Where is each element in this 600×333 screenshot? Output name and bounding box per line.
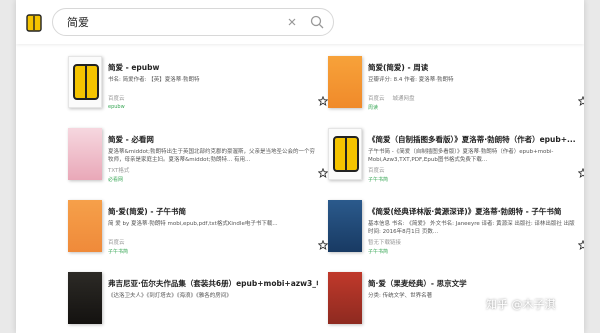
result-card[interactable]: 《简爱(经典译林版·黄源深译)》夏洛蒂·勃朗特 - 子午书简 基本信息 书名: … bbox=[328, 200, 584, 270]
result-card[interactable]: 《简爱（自制插图多看版）》夏洛蒂·勃朗特（作者）epub+... 子午书简 -《… bbox=[328, 128, 584, 198]
book-cover bbox=[328, 128, 362, 180]
result-card[interactable]: 弗吉尼亚·伍尔夫作品集（套装共6册）epub+mobi+azw3_电... 《达… bbox=[68, 272, 328, 333]
app-window: 简爱 - epubw 书名: 简爱作者: 【英】夏洛蒂·勃朗特 百度云 epub… bbox=[16, 0, 584, 333]
result-source: 周读 bbox=[368, 105, 379, 111]
meta-tag: 百度云 bbox=[368, 96, 385, 102]
search-input[interactable] bbox=[67, 14, 267, 30]
result-card[interactable]: 简爱 - epubw 书名: 简爱作者: 【英】夏洛蒂·勃朗特 百度云 epub… bbox=[68, 56, 328, 126]
result-source: 子午书简 bbox=[368, 249, 389, 255]
top-bar bbox=[16, 0, 584, 44]
result-source: 必看网 bbox=[108, 177, 124, 183]
book-cover bbox=[68, 56, 102, 108]
meta-tag: 百度云 bbox=[108, 96, 125, 102]
watermark: 知乎 @木子淇 bbox=[486, 298, 556, 311]
star-icon[interactable] bbox=[578, 240, 584, 250]
result-title[interactable]: 《简爱(经典译林版·黄源深译)》夏洛蒂·勃朗特 - 子午书简 bbox=[368, 206, 578, 217]
meta-tag: 百度云 bbox=[368, 168, 385, 174]
result-description: 书名: 简爱作者: 【英】夏洛蒂·勃朗特 bbox=[108, 77, 200, 83]
book-cover bbox=[328, 200, 362, 252]
result-meta: 百度云 bbox=[108, 238, 318, 246]
star-icon[interactable] bbox=[578, 168, 584, 178]
book-cover bbox=[328, 272, 362, 324]
book-icon[interactable] bbox=[26, 14, 42, 32]
result-source: 子午书简 bbox=[368, 177, 389, 183]
result-meta: 百度云 城通网盘 bbox=[368, 94, 578, 102]
close-icon[interactable] bbox=[285, 15, 299, 29]
result-description: 子午书简 -《简爱（自制插图多看版）》夏洛蒂·勃朗特（作者）epub+mobi-… bbox=[368, 149, 554, 163]
book-icon bbox=[333, 136, 359, 172]
book-cover bbox=[68, 200, 102, 252]
result-title[interactable]: 简爱 - epubw bbox=[108, 62, 318, 73]
result-meta: 暂无下载链接 bbox=[368, 238, 578, 246]
book-icon bbox=[73, 64, 99, 100]
result-description: 夏洛蒂&middot;勃朗特出生于英国北部约克郡的豪渥斯，父亲是当地圣公会的一个… bbox=[108, 149, 316, 163]
result-description: 豆瓣评分: 8.4 作者: 夏洛蒂·勃朗特 bbox=[368, 77, 454, 83]
result-title[interactable]: 简爱 - 必看网 bbox=[108, 134, 318, 145]
result-title[interactable]: 弗吉尼亚·伍尔夫作品集（套装共6册）epub+mobi+azw3_电... bbox=[108, 278, 318, 289]
result-description: 简 爱 by 夏洛蒂·勃朗特 mobi,epub,pdf,txt格式Kindle… bbox=[108, 221, 278, 227]
meta-tag: 暂无下载链接 bbox=[368, 240, 402, 246]
result-description: 《达洛卫夫人》《到灯塔去》《海浪》《雅各的房间》 bbox=[108, 293, 232, 299]
result-meta: 百度云 bbox=[368, 166, 578, 174]
book-cover bbox=[328, 56, 362, 108]
result-description: 基本信息 书名: 《简爱》 外文书名: Janeeyre 译者: 黄源深 出版社… bbox=[368, 221, 575, 235]
result-source: 子午书简 bbox=[108, 249, 129, 255]
result-title[interactable]: 《简爱（自制插图多看版）》夏洛蒂·勃朗特（作者）epub+... bbox=[368, 134, 578, 145]
result-meta: TXT格式 bbox=[108, 166, 318, 174]
star-icon[interactable] bbox=[318, 96, 328, 106]
result-meta: 百度云 bbox=[108, 94, 318, 102]
result-card[interactable]: 简爱 - 必看网 夏洛蒂&middot;勃朗特出生于英国北部约克郡的豪渥斯，父亲… bbox=[68, 128, 328, 198]
book-cover bbox=[68, 272, 102, 324]
meta-tag: TXT格式 bbox=[108, 168, 130, 174]
star-icon[interactable] bbox=[318, 240, 328, 250]
search-icon[interactable] bbox=[309, 14, 325, 30]
meta-tag: 百度云 bbox=[108, 240, 125, 246]
result-source: epubw bbox=[108, 104, 125, 110]
book-cover bbox=[68, 128, 102, 180]
star-icon[interactable] bbox=[318, 168, 328, 178]
result-title[interactable]: 简爱(简爱) - 周读 bbox=[368, 62, 578, 73]
star-icon[interactable] bbox=[578, 96, 584, 106]
result-card[interactable]: 简·爱(简爱) - 子午书简 简 爱 by 夏洛蒂·勃朗特 mobi,epub,… bbox=[68, 200, 328, 270]
search-box bbox=[52, 8, 334, 36]
result-card[interactable]: 简爱(简爱) - 周读 豆瓣评分: 8.4 作者: 夏洛蒂·勃朗特 百度云 城通网… bbox=[328, 56, 584, 126]
result-title[interactable]: 简·爱（果麦经典）- 思京文学 bbox=[368, 278, 578, 289]
meta-tag: 城通网盘 bbox=[392, 96, 415, 102]
result-title[interactable]: 简·爱(简爱) - 子午书简 bbox=[108, 206, 318, 217]
